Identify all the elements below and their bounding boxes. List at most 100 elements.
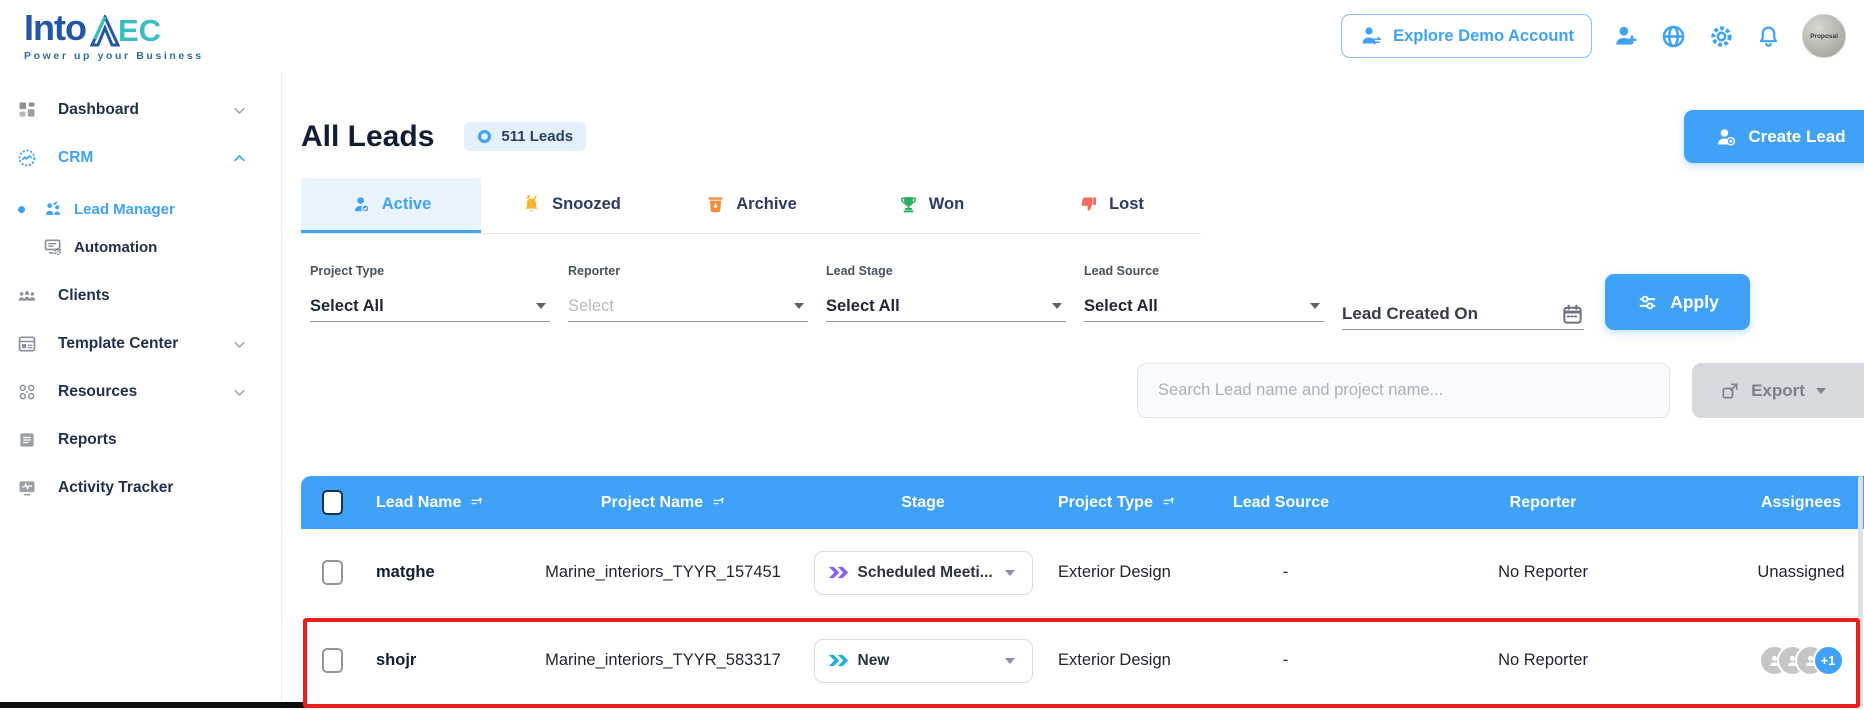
assignees-overflow-badge[interactable]: +1 [1813, 645, 1844, 676]
caret-down-icon [1816, 388, 1826, 394]
notifications-button[interactable] [1756, 24, 1781, 49]
lead-name[interactable]: shojr [376, 651, 416, 670]
create-lead-button[interactable]: Create Lead [1684, 110, 1864, 163]
lead-source-select[interactable]: Select All [1084, 291, 1324, 322]
tab-lost[interactable]: Lost [1021, 178, 1201, 233]
sidebar-item-reports[interactable]: Reports [0, 416, 281, 464]
tab-label: Lost [1109, 195, 1144, 214]
select-value: Select All [826, 297, 900, 316]
reporter: No Reporter [1498, 651, 1588, 670]
sidebar-item-label: CRM [58, 149, 93, 167]
chevron-down-icon [232, 337, 247, 352]
calendar-icon [1561, 303, 1584, 326]
lead-name[interactable]: matghe [376, 563, 435, 582]
row-checkbox[interactable] [322, 560, 343, 585]
explore-demo-account-label: Explore Demo Account [1393, 27, 1574, 46]
column-label: Lead Source [1233, 494, 1329, 512]
sidebar-item-label: Resources [58, 383, 137, 401]
tab-label: Snoozed [552, 195, 621, 214]
column-header-project-name[interactable]: Project Name [538, 494, 788, 512]
tab-snoozed[interactable]: Snoozed [481, 178, 661, 233]
sidebar-item-clients[interactable]: Clients [0, 272, 281, 320]
resources-icon [17, 382, 37, 402]
stage-dropdown[interactable]: Scheduled Meeti... [814, 551, 1033, 595]
project-name: Marine_interiors_TYYR_583317 [545, 651, 781, 670]
explore-demo-account-button[interactable]: Explore Demo Account [1341, 14, 1592, 58]
select-value: Select All [310, 297, 384, 316]
scrollbar[interactable] [1858, 476, 1863, 708]
sidebar-item-template-center[interactable]: Template Center [0, 320, 281, 368]
tab-archive[interactable]: Archive [661, 178, 841, 233]
tab-won[interactable]: Won [841, 178, 1021, 233]
filter-label: Project Type [310, 264, 550, 278]
app-logo[interactable]: Into EC Power up your Business [24, 10, 204, 62]
project-type: Exterior Design [1058, 563, 1171, 582]
caret-down-icon [794, 303, 804, 309]
column-header-project-type[interactable]: Project Type [1058, 494, 1238, 512]
filters-bar: Project Type Select All Reporter Select … [310, 264, 1864, 330]
export-button[interactable]: Export [1692, 363, 1864, 418]
chevron-down-icon [232, 385, 247, 400]
filter-lead-stage: Lead Stage Select All [826, 264, 1066, 322]
logo-aec-mark: EC [88, 15, 161, 46]
reporter-select[interactable]: Select [568, 291, 808, 322]
language-globe-button[interactable] [1660, 23, 1687, 50]
automation-icon [43, 237, 63, 257]
sort-icon [712, 496, 725, 509]
sidebar-item-dashboard[interactable]: Dashboard [0, 86, 281, 134]
dashboard-icon [17, 100, 37, 120]
logo-tagline: Power up your Business [24, 51, 204, 62]
filter-lead-source: Lead Source Select All [1084, 264, 1324, 322]
tab-active[interactable]: Active [301, 178, 481, 233]
thumbs-down-icon [1078, 194, 1099, 215]
sidebar-item-activity-tracker[interactable]: Activity Tracker [0, 464, 281, 512]
tab-label: Archive [736, 195, 797, 214]
sliders-icon [1636, 291, 1659, 314]
chevron-up-icon [232, 151, 247, 166]
stage-dropdown[interactable]: New [814, 639, 1033, 683]
project-name: Marine_interiors_TYYR_157451 [545, 563, 781, 582]
select-all-checkbox[interactable] [322, 490, 343, 515]
project-type-select[interactable]: Select All [310, 291, 550, 322]
export-icon [1720, 381, 1740, 401]
filter-label: Lead Source [1084, 264, 1324, 278]
sidebar: Dashboard CRM [0, 72, 282, 710]
sidebar-item-resources[interactable]: Resources [0, 368, 281, 416]
leads-count-badge: 511 Leads [464, 122, 586, 151]
lead-status-tabs: Active Snoozed Archive [301, 178, 1201, 234]
archive-bin-icon [705, 194, 726, 215]
user-avatar[interactable]: Proposal [1802, 14, 1846, 58]
assignees-text: Unassigned [1757, 563, 1844, 582]
column-header-lead-name[interactable]: Lead Name [363, 494, 538, 512]
lead-manager-icon [43, 199, 63, 219]
main-content: All Leads 511 Leads Create Lead [282, 72, 1864, 710]
table-row[interactable]: matghe Marine_interiors_TYYR_157451 Sche… [301, 529, 1864, 617]
sort-icon [1162, 496, 1175, 509]
sidebar-item-automation[interactable]: Automation [0, 228, 281, 266]
trophy-icon [898, 194, 919, 215]
lead-created-on-datepicker[interactable]: Lead Created On [1342, 299, 1584, 330]
chevron-down-icon [232, 103, 247, 118]
sidebar-item-crm[interactable]: CRM [0, 134, 281, 182]
add-user-button[interactable] [1613, 23, 1639, 49]
stage-chevrons-icon [828, 564, 849, 581]
table-toolbar: Export [301, 363, 1864, 418]
leads-count-label: 511 Leads [501, 128, 573, 145]
clients-icon [17, 286, 37, 306]
column-header-lead-source[interactable]: Lead Source [1238, 494, 1333, 512]
column-label: Project Name [601, 494, 703, 512]
sidebar-item-label: Reports [58, 431, 117, 449]
sidebar-item-lead-manager[interactable]: Lead Manager [0, 190, 281, 228]
table-row[interactable]: shojr Marine_interiors_TYYR_583317 New E… [301, 617, 1864, 705]
row-checkbox[interactable] [322, 648, 343, 673]
lead-stage-select[interactable]: Select All [826, 291, 1066, 322]
apply-filters-button[interactable]: Apply [1605, 274, 1750, 330]
gear-icon [1708, 23, 1735, 50]
table-header-row: Lead Name Project Name Stage [301, 476, 1864, 529]
search-input[interactable] [1137, 363, 1670, 418]
settings-button[interactable] [1708, 23, 1735, 50]
bell-icon [1756, 24, 1781, 49]
assignee-avatars[interactable]: +1 [1759, 645, 1844, 676]
bottom-window-edge [0, 702, 306, 708]
template-center-icon [17, 334, 37, 354]
